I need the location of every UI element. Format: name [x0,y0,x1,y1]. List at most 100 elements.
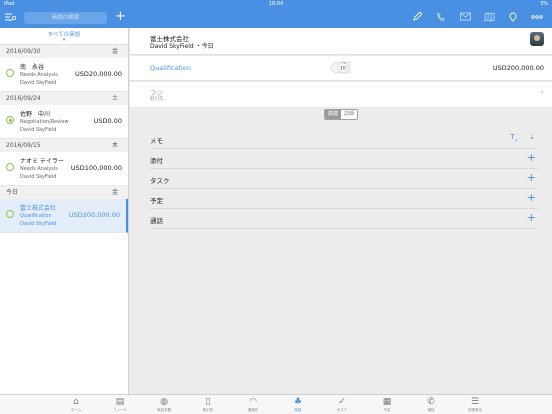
item-owner: David SkyField [20,221,57,227]
item-amount: USD20,000.00 [75,70,122,78]
home-icon: ⌂ [73,397,79,407]
item-amount: USD200,000.00 [68,211,120,219]
avatar[interactable] [530,32,544,46]
clock: 18:04 [268,1,284,7]
add-icon[interactable]: + [527,212,536,224]
item-owner: David SkyField [20,174,57,180]
status-indicator-icon [6,210,14,218]
section-tasks[interactable]: タスク + [150,169,538,189]
list-item[interactable]: ナオミ テイラー Needs Analysis David SkyField U… [0,152,128,186]
tab-home[interactable]: ⌂ ホーム [58,397,94,413]
tab-accounts[interactable]: ▯ 取引先 [190,397,226,413]
contact-row[interactable]: フジ 取引先 › [130,82,552,107]
tab-more[interactable]: ☰ 詳細表示 [457,397,493,413]
weekday-label: 土 [111,95,118,102]
date-header: 2016/09/24 土 [0,92,128,105]
status-indicator-icon [6,163,14,171]
tab-events[interactable]: ▦ 予定 [369,397,405,413]
section-label: 通話 [150,217,163,225]
tab-label: タスク [336,408,348,412]
mail-icon[interactable] [458,12,472,25]
tab-contacts[interactable]: ◠ 連絡先 [235,397,271,413]
list-item[interactable]: 佐野 中川 Negotiation/Review David SkyField … [0,105,128,139]
tab-label: 連絡先 [247,408,259,412]
contact-role: 取引先 [150,97,164,102]
feed-icon: ▤ [115,397,125,407]
sort-icon[interactable]: ⇣ [529,133,535,141]
section-label: タスク [150,177,170,185]
tab-product-shelf[interactable]: ◍ 商品本棚 [146,397,182,413]
section-events[interactable]: 予定 + [150,189,538,209]
opportunity-list: すべての商談 ▾ 2016/09/30 金 南 永谷 Needs Analysi… [0,28,129,394]
tab-label: 商品本棚 [157,408,171,412]
menu-icon: ☰ [470,397,480,407]
tab-label: フィード [113,408,127,412]
filter-icon[interactable] [3,12,17,26]
section-label: 添付 [150,157,163,165]
globe-icon: ◍ [160,397,168,407]
more-icon[interactable] [530,12,544,24]
item-stage: Needs Analysis [20,166,58,172]
date-label: 今日 [6,189,19,196]
battery-label: 3% [540,1,548,7]
date-header: 2016/09/30 金 [0,45,128,58]
item-name: 佐野 中川 [20,111,51,118]
tab-label: ホーム [70,408,82,412]
probability-badge: 10 [329,61,351,74]
tab-label: 予定 [383,408,391,412]
item-stage: Needs Analysis [20,72,58,78]
add-icon[interactable]: + [527,152,536,164]
section-label: メモ [150,137,163,145]
weekday-label: 木 [111,142,118,149]
probability-value: 10 [340,65,346,71]
segment-related[interactable]: 関連 [325,110,341,119]
item-owner: David SkyField [20,80,57,86]
tab-feed[interactable]: ▤ フィード [102,397,138,413]
item-name: 富士株式会社 [20,205,57,212]
item-owner: David SkyField [20,127,57,133]
weekday-label: 金 [111,48,118,55]
date-header: 今日 金 [0,186,128,199]
filter-dropdown[interactable]: すべての商談 ▾ [0,28,128,45]
item-name: 南 永谷 [20,64,45,71]
tab-calls[interactable]: ✆ 通話 [413,397,449,413]
add-icon[interactable]: + [527,172,536,184]
segment-details[interactable]: 詳細 [341,110,357,119]
weekday-label: 金 [111,189,118,196]
add-icon[interactable]: + [527,192,536,204]
tab-label: 通話 [427,408,435,412]
chevron-right-icon: › [540,88,544,98]
text-format-icon[interactable]: T+ [510,133,518,142]
tab-tasks[interactable]: ✓ タスク [324,397,360,413]
add-icon[interactable]: + [115,10,126,24]
location-icon[interactable] [506,12,520,26]
section-label: 予定 [150,197,163,205]
stage-row[interactable]: Qualification 10 USD200,000.00 [130,56,552,81]
phone-icon[interactable] [434,12,448,26]
top-bar: iPad 18:04 3% 商談の検索 + [0,0,552,28]
search-input[interactable]: 商談の検索 [24,12,107,24]
status-indicator-icon [6,116,14,124]
nav-bar: 商談の検索 + [0,8,552,28]
section-calls[interactable]: 通話 + [150,209,538,229]
status-indicator-icon [6,69,14,77]
building-icon: ▯ [205,397,211,407]
section-notes[interactable]: メモ T+ ⇣ [150,129,538,149]
map-icon[interactable] [482,12,496,26]
item-stage: Qualification [20,213,52,219]
item-name: ナオミ テイラー [20,158,64,165]
status-bar: iPad 18:04 3% [0,0,552,8]
date-header: 2016/09/15 木 [0,139,128,152]
edit-icon[interactable] [410,11,424,26]
tab-label: 商談 [294,408,302,412]
chevron-down-icon: ▾ [62,37,66,43]
item-amount: USD100,000.00 [70,164,122,172]
opportunities-icon: ♣ [293,397,303,407]
calendar-icon: ▦ [382,397,392,407]
list-item-selected[interactable]: 富士株式会社 Qualification David SkyField USD2… [0,199,128,233]
tab-label: 詳細表示 [468,408,482,412]
list-item[interactable]: 南 永谷 Needs Analysis David SkyField USD20… [0,58,128,92]
phone-icon: ✆ [427,397,435,407]
tab-opportunities[interactable]: ♣ 商談 [280,397,316,413]
section-attachments[interactable]: 添付 + [150,149,538,169]
